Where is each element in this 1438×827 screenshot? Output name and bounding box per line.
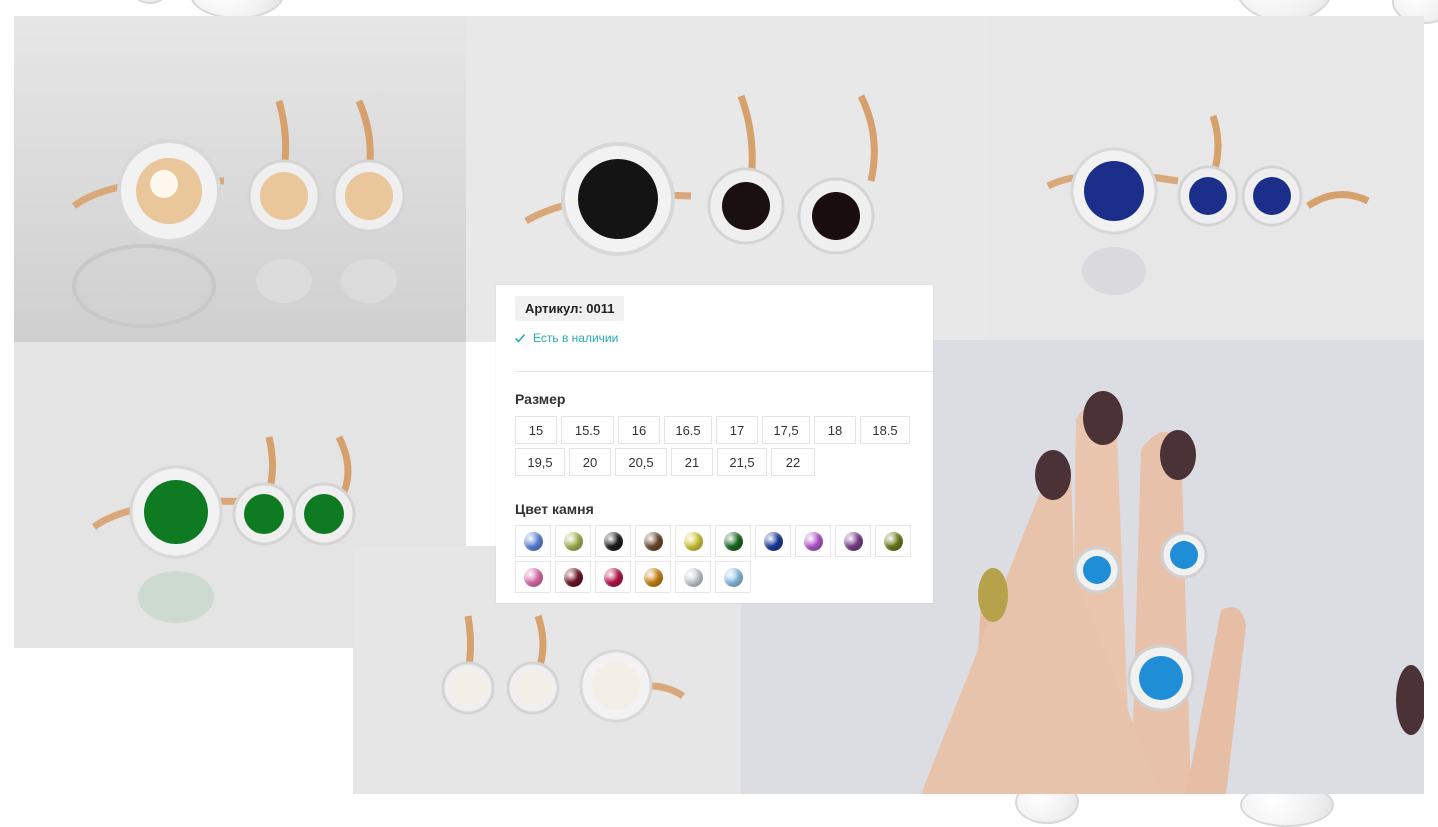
stone-color-swatch-amber[interactable] — [635, 561, 671, 593]
size-option-button[interactable]: 21 — [671, 448, 713, 476]
stone-color-swatch-pink[interactable] — [515, 561, 551, 593]
gem-icon — [603, 531, 623, 551]
divider — [515, 371, 933, 372]
gem-icon — [683, 531, 703, 551]
gem-icon — [843, 531, 863, 551]
size-options: 15 15.5 16 16.5 17 17,5 18 18.5 19,5 20 20,5 21 21,5… — [515, 416, 917, 476]
stone-color-options — [515, 525, 917, 593]
size-option-button[interactable]: 20,5 — [615, 448, 667, 476]
gem-icon — [803, 531, 823, 551]
stone-color-swatch-black[interactable] — [595, 525, 631, 557]
size-option-button[interactable]: 16 — [618, 416, 660, 444]
stone-color-swatch-olive-light[interactable] — [555, 525, 591, 557]
photo-champagne-set — [14, 16, 466, 342]
gem-icon — [643, 567, 663, 587]
stone-color-swatch-emerald[interactable] — [715, 525, 751, 557]
size-option-button[interactable]: 19,5 — [515, 448, 565, 476]
stone-color-swatch-purple[interactable] — [835, 525, 871, 557]
gem-icon — [683, 567, 703, 587]
photo-sapphire-set — [988, 16, 1424, 340]
size-option-button[interactable]: 21,5 — [717, 448, 767, 476]
size-option-button[interactable]: 17 — [716, 416, 758, 444]
gem-icon — [523, 567, 543, 587]
gem-icon — [883, 531, 903, 551]
gem-icon — [723, 567, 743, 587]
size-option-button[interactable]: 16.5 — [664, 416, 712, 444]
size-option-button[interactable]: 22 — [771, 448, 815, 476]
gem-icon — [563, 567, 583, 587]
stone-color-swatch-brown[interactable] — [635, 525, 671, 557]
gem-icon — [723, 531, 743, 551]
stone-color-swatch-yellow[interactable] — [675, 525, 711, 557]
gem-icon — [643, 531, 663, 551]
size-title: Размер — [515, 391, 566, 407]
size-option-button[interactable]: 17,5 — [762, 416, 810, 444]
stone-color-title: Цвет камня — [515, 501, 594, 517]
check-icon — [514, 333, 526, 343]
stone-color-swatch-violet-light[interactable] — [795, 525, 831, 557]
stock-status: Есть в наличии — [514, 331, 618, 345]
size-option-button[interactable]: 15.5 — [561, 416, 614, 444]
size-option-button[interactable]: 18 — [814, 416, 856, 444]
product-options-card: Артикул: 0011 Есть в наличии Размер 15 15… — [496, 285, 933, 603]
stone-color-swatch-ruby[interactable] — [595, 561, 631, 593]
stone-color-swatch-sapphire[interactable] — [755, 525, 791, 557]
sku-badge: Артикул: 0011 — [515, 296, 625, 321]
gem-icon — [523, 531, 543, 551]
stone-color-swatch-clear[interactable] — [675, 561, 711, 593]
size-option-button[interactable]: 18.5 — [860, 416, 910, 444]
size-option-button[interactable]: 20 — [569, 448, 611, 476]
decorative-droplet — [128, 0, 172, 4]
stock-status-label: Есть в наличии — [533, 331, 619, 345]
stone-color-swatch-olive[interactable] — [875, 525, 911, 557]
gem-icon — [563, 531, 583, 551]
gem-icon — [603, 567, 623, 587]
gem-icon — [763, 531, 783, 551]
size-option-button[interactable]: 15 — [515, 416, 557, 444]
stone-color-swatch-light-blue[interactable] — [515, 525, 551, 557]
stone-color-swatch-aquamarine[interactable] — [715, 561, 751, 593]
stone-color-swatch-garnet[interactable] — [555, 561, 591, 593]
